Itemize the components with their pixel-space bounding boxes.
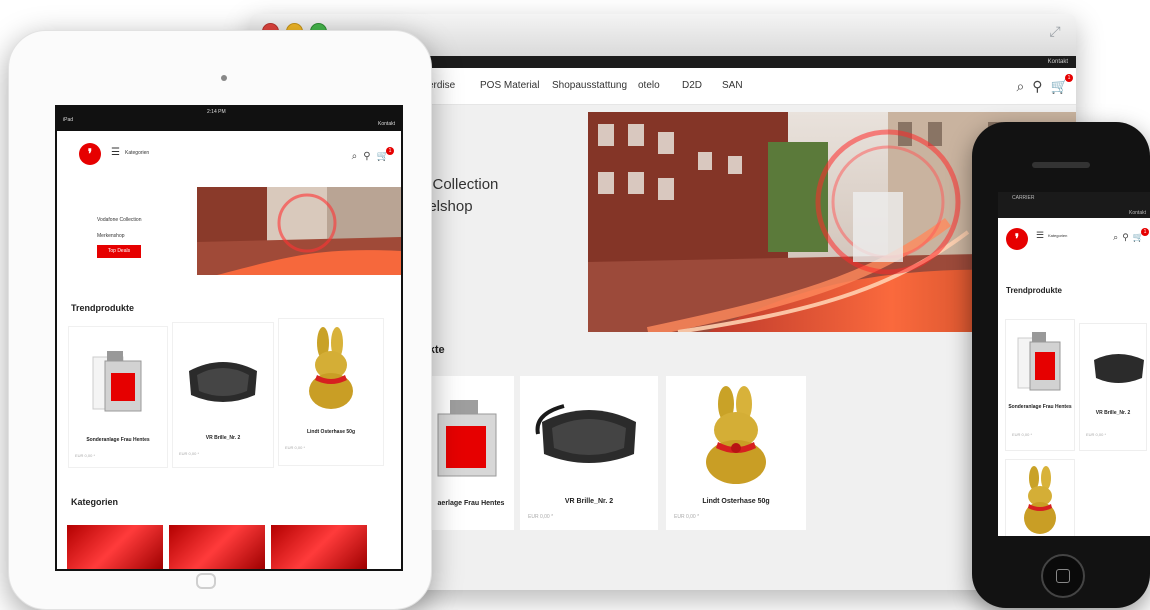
- cart-icon[interactable]: 🛒 1: [1133, 228, 1149, 243]
- account-icon[interactable]: ⚲: [363, 151, 370, 162]
- cart-badge: 1: [1141, 228, 1149, 236]
- product-price: EUR 0,00 *: [179, 451, 200, 456]
- hero-line1: Vodafone Collection: [97, 217, 142, 223]
- account-icon[interactable]: ⚲: [1122, 232, 1129, 243]
- header-icons: ⌕ ⚲ 🛒 1: [1016, 73, 1073, 95]
- perfume-product-image: [437, 400, 497, 477]
- nav-item-shopausstattung[interactable]: Shopausstattung: [552, 68, 627, 104]
- tablet-header-icons: ⌕ ⚲ 🛒 1: [352, 147, 394, 162]
- vodafone-logo[interactable]: ❜: [79, 143, 101, 165]
- product-card[interactable]: VR Brille_Nr. 2 EUR 0,00 *: [1080, 324, 1146, 450]
- tablet-screen: iPad 2:14 PM Kontakt ❜ ☰ Kategorien ⌕ ⚲ …: [55, 105, 403, 571]
- perfume-product-image: [92, 351, 142, 412]
- nav-item-san[interactable]: SAN: [722, 68, 743, 104]
- top-deals-button[interactable]: Top Deals: [97, 245, 141, 258]
- product-name: VR Brille_Nr. 2: [564, 498, 614, 505]
- nav-item-d2d[interactable]: D2D: [682, 68, 702, 104]
- hamburger-menu-icon[interactable]: ☰: [111, 147, 120, 158]
- home-button[interactable]: [196, 573, 216, 589]
- home-button[interactable]: [1041, 554, 1085, 598]
- tablet-status-bar: iPad 2:14 PM Kontakt: [57, 107, 401, 131]
- contact-link[interactable]: Kontakt: [1129, 210, 1146, 216]
- top-strip-link[interactable]: Kontakt: [1048, 56, 1068, 68]
- product-name: Lindt Osterhase 50g: [306, 429, 356, 435]
- category-tile[interactable]: [67, 525, 163, 569]
- cart-badge: 1: [386, 147, 394, 155]
- nav-item-pos-material[interactable]: POS Material: [480, 68, 539, 104]
- product-card[interactable]: aerlage Frau Hentes: [428, 376, 514, 530]
- categories-section-title: Kategorien: [71, 497, 119, 507]
- carrier-label: CARRIER: [1012, 195, 1035, 201]
- trend-section-title: Trendprodukte: [71, 303, 135, 313]
- product-name: aerlage Frau Hentes: [437, 500, 505, 507]
- category-tile[interactable]: [271, 525, 367, 569]
- nav-item-merchandise[interactable]: erdise: [428, 68, 455, 104]
- phone-screen: CARRIER Kontakt ❜ ☰ Kategorien ⌕ ⚲ 🛒 1 Tr…: [998, 192, 1150, 536]
- categories-menu-label[interactable]: Kategorien: [125, 150, 149, 156]
- vr-headset-image: [189, 362, 257, 402]
- product-price: EUR 0,00 *: [1086, 432, 1107, 437]
- product-name: Sonderanlage Frau Hentes: [1008, 404, 1072, 410]
- phone-header-icons: ⌕ ⚲ 🛒 1: [1113, 228, 1149, 243]
- product-card[interactable]: VR Brille_Nr. 2 EUR 0,00 *: [520, 376, 658, 530]
- product-price: EUR 0,00 *: [285, 445, 306, 450]
- product-name: VR Brille_Nr. 2: [1095, 410, 1131, 416]
- product-name: VR Brille_Nr. 2: [205, 435, 241, 441]
- vr-headset-image: [1094, 354, 1144, 383]
- product-price: EUR 0,00 *: [75, 453, 96, 458]
- search-icon[interactable]: ⌕: [1016, 78, 1024, 95]
- product-price: EUR 0,00 *: [528, 514, 554, 520]
- hamburger-menu-icon[interactable]: ☰: [1036, 230, 1044, 241]
- cart-icon[interactable]: 🛒 1: [1051, 73, 1073, 95]
- camera-icon: [221, 75, 227, 81]
- category-tile[interactable]: [169, 525, 265, 569]
- product-card[interactable]: Lindt Osterhase 50g EUR 0,00 *: [666, 376, 806, 530]
- hero-banner-image[interactable]: [197, 187, 401, 275]
- gold-bunny-image: [1024, 466, 1056, 534]
- speaker-grille: [1032, 162, 1090, 168]
- vodafone-logo[interactable]: ❜: [1006, 228, 1028, 250]
- product-card[interactable]: Sonderanlage Frau Hentes EUR 0,00 *: [1006, 320, 1074, 450]
- product-price: EUR 0,00 *: [1012, 432, 1033, 437]
- search-icon[interactable]: ⌕: [1113, 232, 1118, 243]
- gold-bunny-image: [706, 386, 766, 484]
- hero-line2: Merkenshop: [97, 233, 125, 239]
- tablet-device: iPad 2:14 PM Kontakt ❜ ☰ Kategorien ⌕ ⚲ …: [8, 30, 432, 610]
- product-card[interactable]: Lindt Osterhase 50g EUR 0,00 *: [279, 319, 383, 465]
- search-icon[interactable]: ⌕: [352, 151, 358, 162]
- product-name: Lindt Osterhase 50g: [702, 498, 770, 505]
- product-card[interactable]: [1006, 460, 1074, 536]
- gold-bunny-image: [309, 327, 353, 409]
- phone-device: CARRIER Kontakt ❜ ☰ Kategorien ⌕ ⚲ 🛒 1 Tr…: [972, 122, 1150, 608]
- product-name: Sonderanlage Frau Hentes: [86, 437, 150, 443]
- fullscreen-icon[interactable]: ⤢: [1046, 22, 1064, 40]
- status-time: 2:14 PM: [207, 109, 226, 115]
- account-icon[interactable]: ⚲: [1032, 78, 1042, 95]
- cart-icon[interactable]: 🛒 1: [377, 147, 394, 162]
- product-card[interactable]: VR Brille_Nr. 2 EUR 0,00 *: [173, 323, 273, 467]
- product-price: EUR 0,00 *: [674, 514, 700, 520]
- product-card[interactable]: Sonderanlage Frau Hentes EUR 0,00 *: [69, 327, 167, 467]
- phone-status-bar: CARRIER Kontakt: [998, 192, 1150, 218]
- vr-headset-image: [535, 404, 636, 463]
- device-name: iPad: [63, 117, 74, 123]
- trend-section-title: Trendprodukte: [1006, 286, 1063, 295]
- contact-link[interactable]: Kontakt: [378, 121, 395, 127]
- perfume-product-image: [1017, 332, 1061, 391]
- cart-badge: 1: [1065, 73, 1073, 82]
- nav-item-otelo[interactable]: otelo: [638, 68, 660, 104]
- categories-menu-label[interactable]: Kategorien: [1048, 233, 1067, 238]
